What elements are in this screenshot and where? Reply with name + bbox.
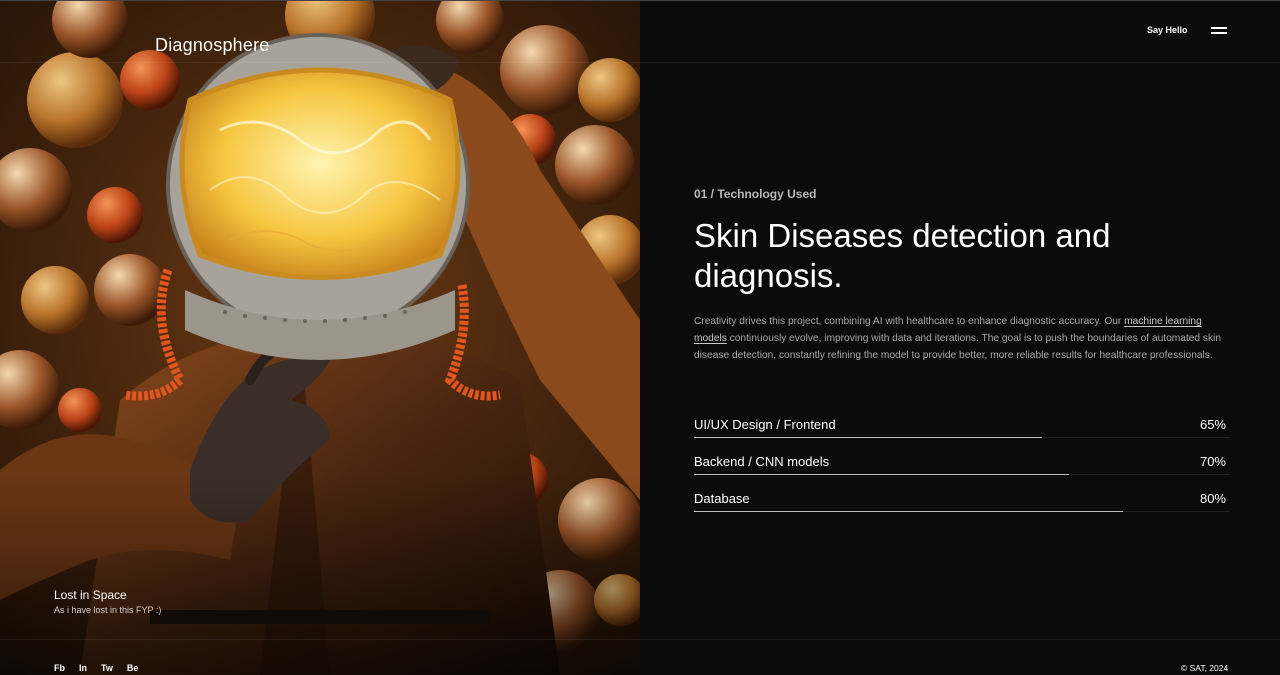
section-headline: Skin Diseases detection and diagnosis. (694, 217, 1111, 294)
skill-percent: 65% (1199, 417, 1226, 432)
skill-bar-fill (694, 474, 1070, 475)
section-kicker: 01 / Technology Used (694, 187, 817, 201)
hamburger-menu-icon[interactable] (1211, 26, 1227, 35)
hero-image: Diagnosphere Lost in Space As i have los… (0, 0, 640, 675)
social-link-behance[interactable]: Be (127, 663, 139, 673)
description-text-start: Creativity drives this project, combinin… (694, 316, 1125, 327)
hero-caption-subtitle: As i have lost in this FYP :) (54, 605, 162, 615)
skill-bar-track (694, 437, 1230, 438)
footer-divider (0, 639, 1280, 640)
skill-bar-fill (694, 511, 1123, 512)
copyright-text: © SAT, 2024 (1181, 663, 1229, 673)
astronaut-illustration (0, 0, 640, 675)
skill-label: Database (694, 491, 750, 506)
section-description: Creativity drives this project, combinin… (694, 313, 1230, 364)
say-hello-link[interactable]: Say Hello (1147, 25, 1188, 35)
description-text-end: continuously evolve, improving with data… (694, 333, 1222, 361)
skill-percent: 70% (1199, 454, 1226, 469)
skill-row-frontend: UI/UX Design / Frontend 65% (694, 417, 1230, 439)
social-link-twitter[interactable]: Tw (101, 663, 113, 673)
social-link-facebook[interactable]: Fb (54, 663, 65, 673)
skill-label: Backend / CNN models (694, 454, 830, 469)
skill-row-database: Database 80% (694, 491, 1230, 513)
skill-row-backend: Backend / CNN models 70% (694, 454, 1230, 476)
skill-label: UI/UX Design / Frontend (694, 417, 836, 432)
skill-bar-track (694, 474, 1230, 475)
social-links: Fb In Tw Be (54, 663, 138, 673)
skill-percent: 80% (1199, 491, 1226, 506)
skill-bar-track (694, 511, 1230, 512)
skill-bar-fill (694, 437, 1043, 438)
hero-caption-title: Lost in Space (54, 588, 127, 602)
top-divider (0, 0, 1280, 1)
social-link-linkedin[interactable]: In (79, 663, 87, 673)
brand-logo[interactable]: Diagnosphere (155, 35, 269, 56)
